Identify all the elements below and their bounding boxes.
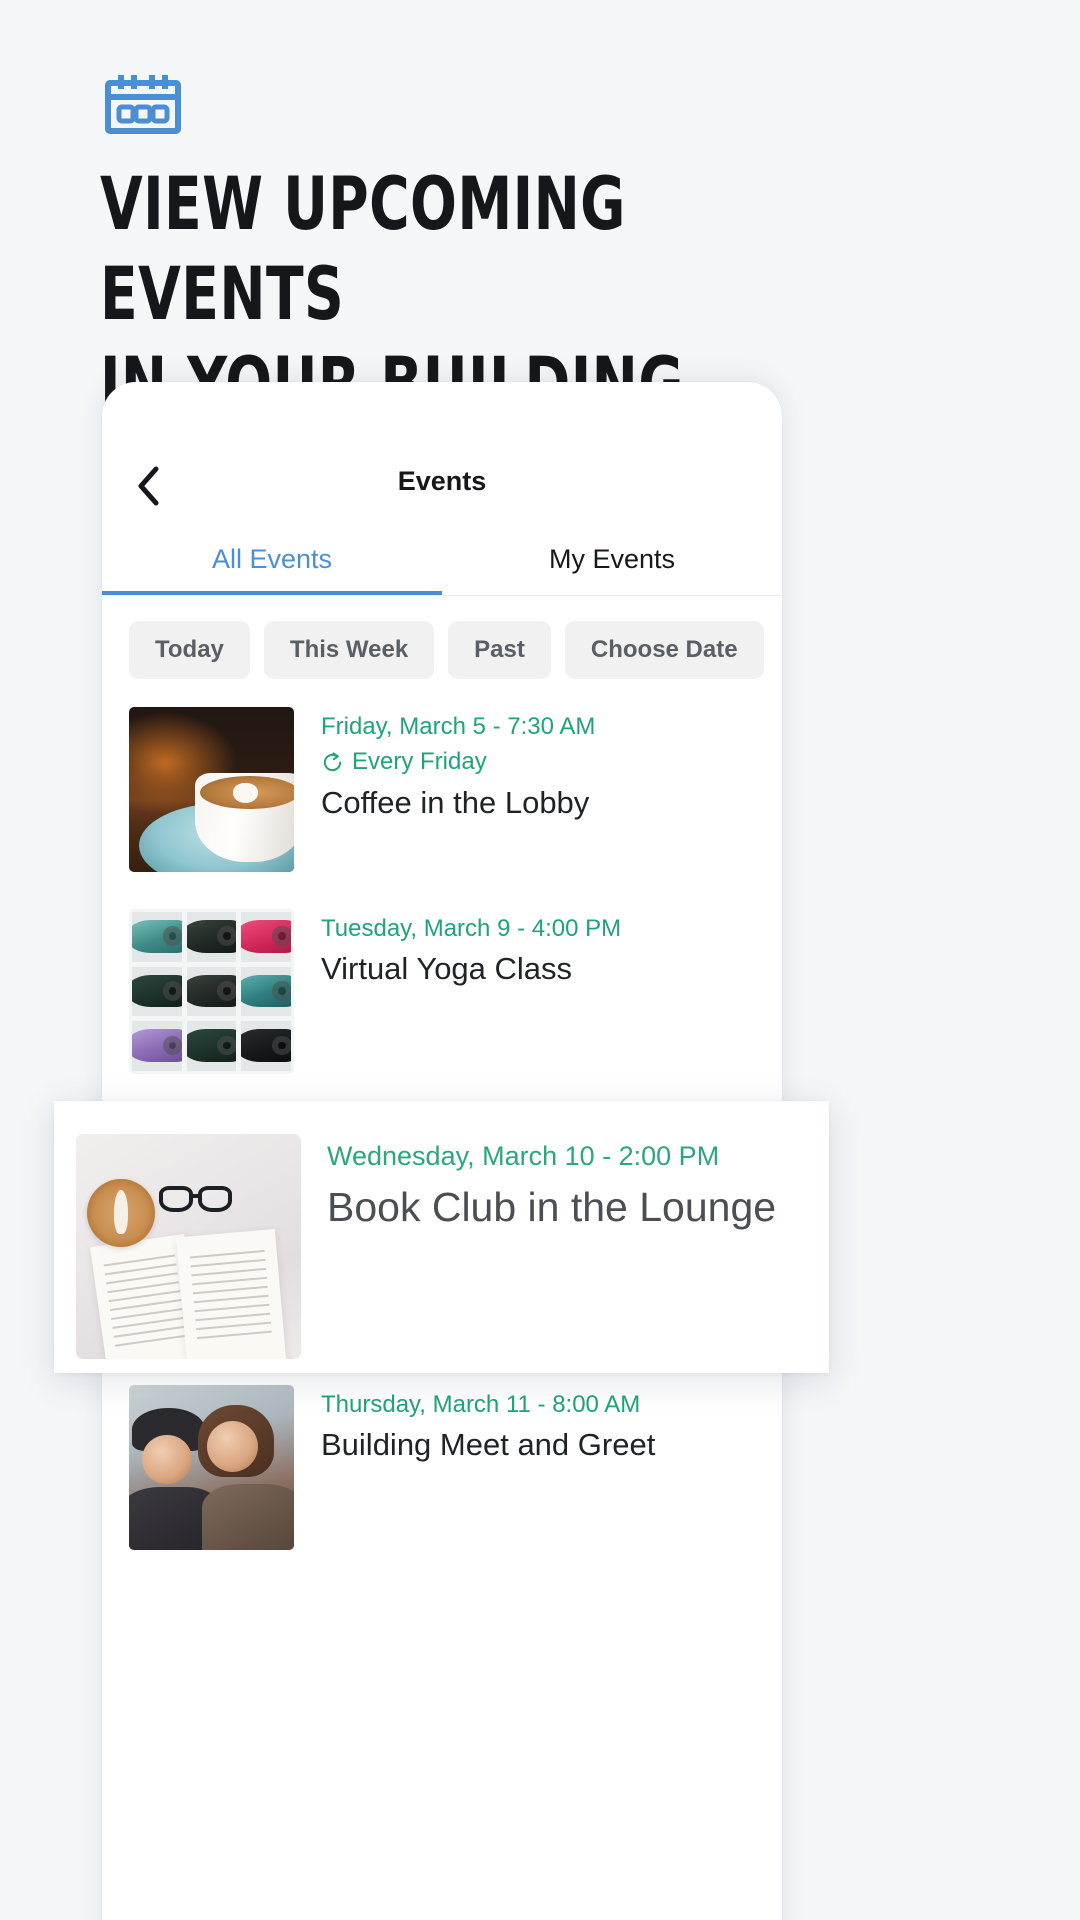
event-datetime: Thursday, March 11 - 8:00 AM (321, 1391, 641, 1418)
tab-all-events[interactable]: All Events (102, 544, 442, 595)
coffee-cup-photo (129, 707, 294, 872)
event-title: Building Meet and Greet (321, 1427, 656, 1462)
list-item[interactable]: Thursday, March 11 - 8:00 AM Building Me… (102, 1385, 782, 1550)
screen-title: Events (397, 466, 487, 496)
filter-chip-this-week[interactable]: This Week (263, 621, 435, 679)
list-item[interactable]: Tuesday, March 9 - 4:00 PM Virtual Yoga … (102, 909, 782, 1074)
tab-bar: All Events My Events (102, 544, 782, 595)
event-title: Coffee in the Lobby (321, 785, 590, 820)
event-datetime: Wednesday, March 10 - 2:00 PM (327, 1141, 720, 1171)
filter-chip-past[interactable]: Past (448, 621, 551, 679)
list-item[interactable]: Friday, March 5 - 7:30 AM Every Friday C… (102, 707, 782, 872)
filter-chip-row: Today This Week Past Choose Date (102, 596, 782, 679)
event-datetime: Friday, March 5 - 7:30 AM (321, 713, 596, 740)
filter-chip-choose-date[interactable]: Choose Date (564, 621, 764, 679)
app-header: Events (102, 382, 782, 532)
calendar-icon (104, 73, 182, 135)
event-title: Virtual Yoga Class (321, 951, 573, 986)
filter-chip-today[interactable]: Today (129, 621, 250, 679)
event-title: Book Club in the Lounge (327, 1184, 777, 1230)
tab-my-events[interactable]: My Events (442, 544, 782, 595)
event-recurrence: Every Friday (321, 745, 595, 779)
eyeglasses-icon (157, 1181, 238, 1217)
event-recurrence-label: Every Friday (352, 748, 487, 775)
event-datetime: Tuesday, March 9 - 4:00 PM (321, 915, 622, 942)
yoga-mats-photo (129, 909, 294, 1074)
repeat-icon (323, 751, 342, 771)
open-book-latte-photo (76, 1134, 301, 1359)
group-people-photo (129, 1385, 294, 1550)
active-tab-indicator (102, 591, 442, 595)
highlighted-event-card[interactable]: Wednesday, March 10 - 2:00 PM Book Club … (54, 1101, 829, 1373)
promo-screenshot: View Upcoming Events In Your Building Ev… (0, 0, 1080, 1920)
